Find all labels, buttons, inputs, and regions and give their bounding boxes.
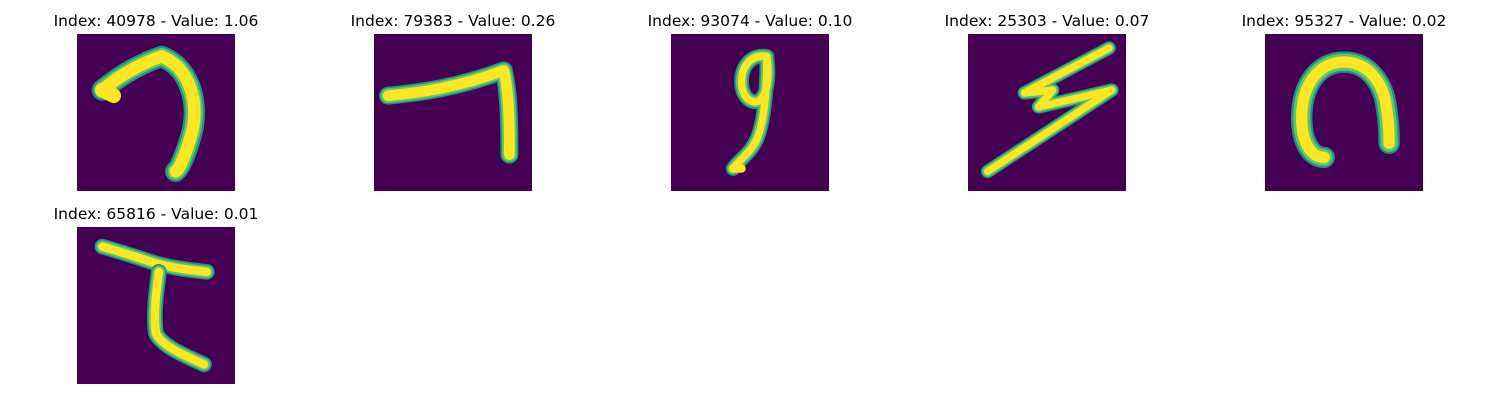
panel-3: Index: 25303 - Value: 0.07 [927, 10, 1167, 191]
digit-image [77, 34, 235, 191]
digit-image [968, 34, 1126, 191]
panel-4: Index: 95327 - Value: 0.02 [1224, 10, 1464, 191]
digit-image [77, 227, 235, 384]
panel-0: Index: 40978 - Value: 1.06 [36, 10, 276, 191]
panel-title: Index: 79383 - Value: 0.26 [350, 12, 556, 30]
panel-1: Index: 79383 - Value: 0.26 [333, 10, 573, 191]
panel-2: Index: 93074 - Value: 0.10 [630, 10, 870, 191]
panel-title: Index: 40978 - Value: 1.06 [53, 12, 259, 30]
panel-title: Index: 25303 - Value: 0.07 [944, 12, 1150, 30]
digit-image [374, 34, 532, 191]
panel-title: Index: 95327 - Value: 0.02 [1241, 12, 1447, 30]
panel-5: Index: 65816 - Value: 0.01 [36, 203, 276, 384]
digit-image [671, 34, 829, 191]
panel-title: Index: 65816 - Value: 0.01 [53, 205, 259, 223]
panel-title: Index: 93074 - Value: 0.10 [647, 12, 853, 30]
digit-image [1265, 34, 1423, 191]
